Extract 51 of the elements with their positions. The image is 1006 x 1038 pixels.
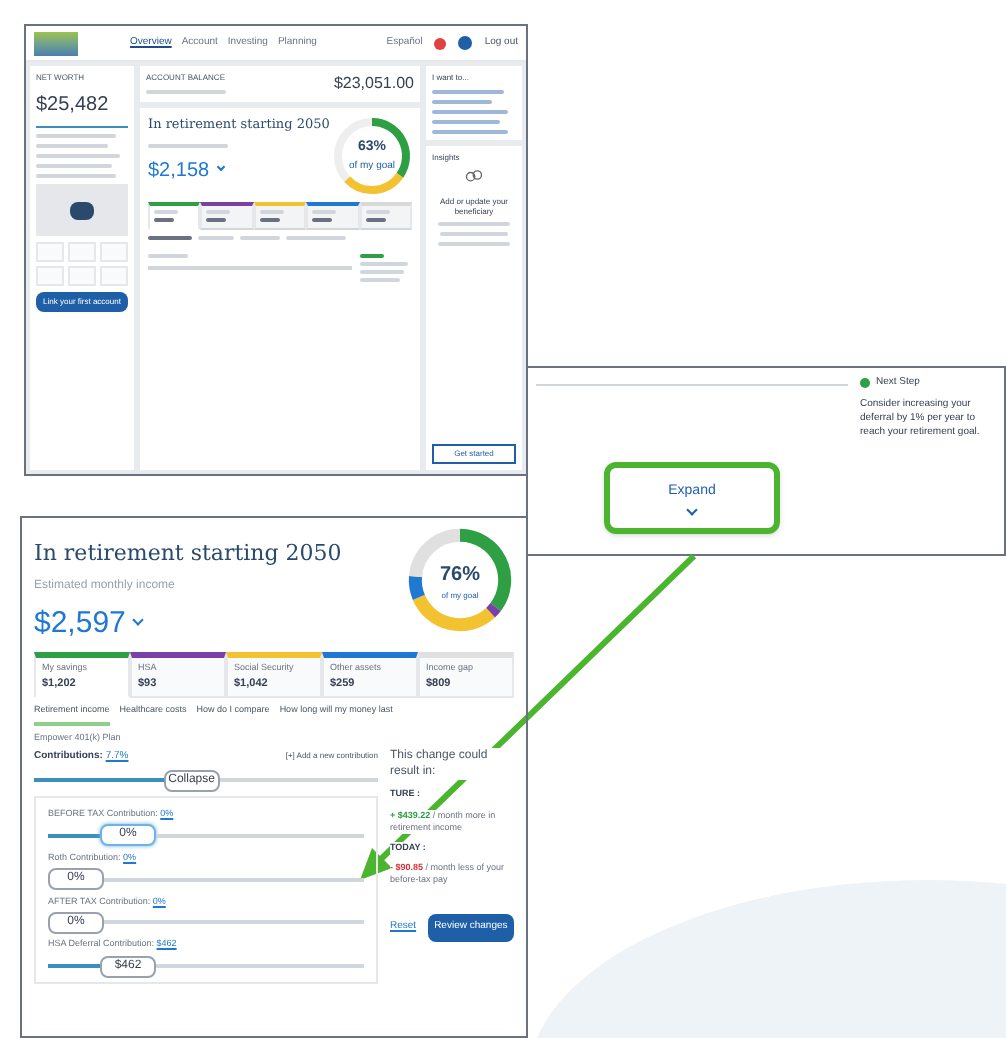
blurred-text-line — [360, 278, 400, 282]
slider-fill — [48, 833, 100, 838]
blurred-text-line — [154, 210, 178, 214]
blurred-text-line — [146, 90, 226, 94]
blurred-text-line — [36, 134, 116, 138]
blurred-text-line — [36, 164, 112, 168]
balance-value: $23,051.00 — [333, 72, 414, 96]
retirement-title: In retirement starting 2050 — [34, 538, 342, 570]
blurred-text-line — [240, 236, 280, 240]
blurred-text-line — [432, 90, 504, 94]
blurred-text-line — [360, 270, 404, 274]
blurred-text-line — [312, 218, 333, 222]
blurred-text-line — [259, 218, 280, 222]
blurred-text-line — [432, 100, 492, 104]
monthly-income-value: $2,158 — [148, 157, 210, 186]
blurred-text-line — [432, 110, 508, 114]
blurred-text-line — [432, 130, 508, 134]
blurred-text-line — [148, 254, 188, 258]
logo-drawing — [34, 31, 78, 55]
summary-tab[interactable] — [200, 202, 254, 230]
blurred-text-line — [360, 254, 384, 258]
goal-donut-chart — [406, 526, 514, 634]
blurred-text-line — [206, 210, 231, 214]
goal-donut-chart — [332, 116, 412, 196]
blurred-text-line — [360, 262, 408, 266]
blurred-text-line — [438, 222, 510, 226]
blurred-text-line — [365, 218, 386, 222]
blurred-text-line — [198, 236, 234, 240]
chevron-down-icon[interactable] — [132, 614, 144, 627]
summary-tab[interactable] — [306, 202, 360, 230]
blurred-text-line — [312, 210, 337, 214]
blurred-text-line — [438, 242, 510, 246]
notification-icon[interactable] — [434, 37, 447, 49]
chevron-down-icon[interactable] — [215, 163, 225, 172]
blurred-text-line — [154, 218, 174, 222]
summary-tab[interactable] — [148, 202, 201, 230]
blurred-text-line — [365, 210, 390, 214]
goal-percent: 76% — [439, 561, 480, 589]
blurred-text-line — [36, 174, 116, 178]
blurred-text-line — [148, 236, 192, 240]
blurred-text-line — [259, 210, 284, 214]
blurred-text-line — [286, 236, 346, 240]
blurred-text-line — [432, 120, 500, 124]
monthly-income-value: $2,597 — [34, 603, 126, 643]
blurred-text-line — [148, 143, 228, 148]
avatar-icon[interactable] — [458, 36, 473, 50]
blurred-text-line — [440, 232, 508, 236]
blurred-text-line — [36, 144, 108, 148]
blurred-text-line — [206, 218, 227, 222]
net-worth-value: $25,482 — [36, 92, 111, 120]
blurred-text-line — [36, 154, 120, 158]
